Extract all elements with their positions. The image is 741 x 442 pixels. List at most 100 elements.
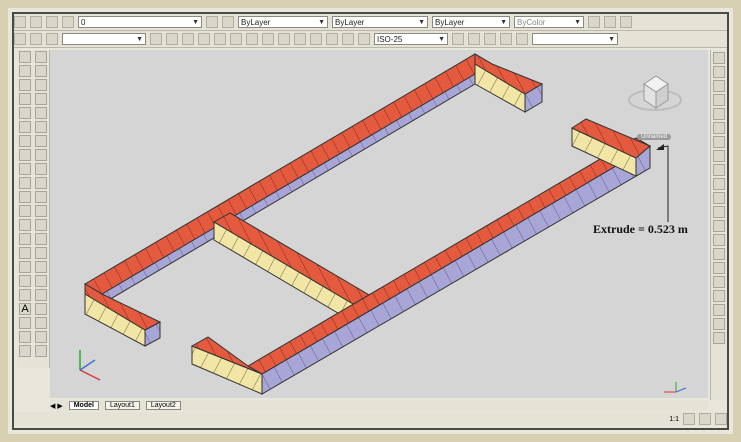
zoom-realtime-icon[interactable] xyxy=(484,33,496,45)
make-current-icon[interactable] xyxy=(206,16,218,28)
rectangle-icon[interactable] xyxy=(19,107,31,119)
baseline-icon[interactable] xyxy=(278,33,290,45)
annotation-scale[interactable]: 1:1 xyxy=(669,416,679,423)
layer-dropdown[interactable]: 0 ▼ xyxy=(78,16,202,28)
right-tool-icon-8[interactable] xyxy=(713,150,725,162)
explode-icon[interactable] xyxy=(35,261,47,273)
array-icon[interactable] xyxy=(35,107,47,119)
offset-icon[interactable] xyxy=(35,93,47,105)
diameter-icon[interactable] xyxy=(230,33,242,45)
jogged-icon[interactable] xyxy=(358,33,370,45)
add-selected-icon[interactable] xyxy=(19,317,31,329)
render-icon[interactable] xyxy=(35,331,47,343)
workspace-dropdown[interactable]: ▼ xyxy=(62,33,146,45)
right-tool-icon-4[interactable] xyxy=(713,94,725,106)
right-tool-icon-11[interactable] xyxy=(713,192,725,204)
lights-icon[interactable] xyxy=(35,345,47,357)
right-tool-icon-21[interactable] xyxy=(713,332,725,344)
lock-icon[interactable] xyxy=(715,413,727,425)
aligned-dimension-icon[interactable] xyxy=(166,33,178,45)
right-tool-icon-3[interactable] xyxy=(713,80,725,92)
inspect-icon[interactable] xyxy=(342,33,354,45)
center-mark-icon[interactable] xyxy=(326,33,338,45)
revision-cloud-icon[interactable] xyxy=(19,149,31,161)
table-icon[interactable] xyxy=(19,289,31,301)
linetype-dropdown[interactable]: ByLayer ▼ xyxy=(332,16,428,28)
workspace-icon[interactable] xyxy=(699,413,711,425)
dimstyle-dropdown[interactable]: ISO-25 ▼ xyxy=(374,33,448,45)
angular-icon[interactable] xyxy=(246,33,258,45)
linear-dimension-icon[interactable] xyxy=(150,33,162,45)
continue-icon[interactable] xyxy=(294,33,306,45)
mirror-icon[interactable] xyxy=(35,79,47,91)
viewcube[interactable] xyxy=(628,75,682,111)
copy-icon[interactable] xyxy=(35,65,47,77)
right-tool-icon-2[interactable] xyxy=(713,66,725,78)
right-tool-icon-13[interactable] xyxy=(713,220,725,232)
move-icon[interactable] xyxy=(35,121,47,133)
layer-properties-icon[interactable] xyxy=(14,16,26,28)
sweep-icon[interactable] xyxy=(35,303,47,315)
spline-icon[interactable] xyxy=(19,163,31,175)
right-tool-icon-12[interactable] xyxy=(713,206,725,218)
stretch-icon[interactable] xyxy=(35,163,47,175)
zoom-previous-icon[interactable] xyxy=(516,33,528,45)
visibility-icon[interactable] xyxy=(683,413,695,425)
revolve-icon[interactable] xyxy=(35,289,47,301)
plotstyle-dropdown[interactable]: ByColor ▼ xyxy=(514,16,584,28)
construction-line-icon[interactable] xyxy=(19,65,31,77)
join-icon[interactable] xyxy=(35,219,47,231)
right-tool-icon-16[interactable] xyxy=(713,262,725,274)
tab-nav-arrows-icon[interactable]: ◀ ▶ xyxy=(50,402,63,410)
layer-lock-icon[interactable] xyxy=(62,16,74,28)
right-tool-icon-10[interactable] xyxy=(713,178,725,190)
right-tool-icon-6[interactable] xyxy=(713,122,725,134)
make-block-icon[interactable] xyxy=(19,219,31,231)
block-icon[interactable] xyxy=(30,33,42,45)
extrude-icon[interactable] xyxy=(35,275,47,287)
lineweight-dropdown[interactable]: ByLayer ▼ xyxy=(432,16,510,28)
radius-icon[interactable] xyxy=(214,33,226,45)
tab-layout1[interactable]: Layout1 xyxy=(104,401,140,410)
right-tool-icon-17[interactable] xyxy=(713,276,725,288)
arc-icon[interactable] xyxy=(19,121,31,133)
scale-icon[interactable] xyxy=(35,149,47,161)
right-tool-icon-14[interactable] xyxy=(713,234,725,246)
gradient-icon[interactable] xyxy=(19,261,31,273)
right-tool-icon-7[interactable] xyxy=(713,136,725,148)
markup-icon[interactable] xyxy=(604,16,616,28)
dim-update-icon[interactable] xyxy=(452,33,464,45)
calculator-icon[interactable] xyxy=(620,16,632,28)
tool-palette-icon[interactable] xyxy=(588,16,600,28)
right-tool-icon-18[interactable] xyxy=(713,290,725,302)
arc-length-icon[interactable] xyxy=(182,33,194,45)
multiline-text-icon[interactable]: A xyxy=(19,303,31,315)
erase-icon[interactable] xyxy=(35,51,47,63)
view-dropdown[interactable]: ▼ xyxy=(532,33,618,45)
right-tool-icon-20[interactable] xyxy=(713,318,725,330)
unnamed-view-badge[interactable]: Unnamed xyxy=(637,134,672,140)
point-icon[interactable] xyxy=(19,233,31,245)
right-tool-icon-19[interactable] xyxy=(713,304,725,316)
sphere-icon[interactable] xyxy=(35,317,47,329)
region-icon[interactable] xyxy=(19,275,31,287)
tolerance-icon[interactable] xyxy=(310,33,322,45)
edit-icon[interactable] xyxy=(19,331,31,343)
right-tool-icon-9[interactable] xyxy=(713,164,725,176)
hatch-icon[interactable] xyxy=(19,247,31,259)
color-dropdown[interactable]: ByLayer ▼ xyxy=(238,16,328,28)
right-tool-icon-5[interactable] xyxy=(713,108,725,120)
break-icon[interactable] xyxy=(35,205,47,217)
layer-freeze-icon[interactable] xyxy=(46,16,58,28)
tab-model[interactable]: Model xyxy=(68,401,99,410)
right-tool-icon-1[interactable] xyxy=(713,52,725,64)
chamfer-icon[interactable] xyxy=(35,233,47,245)
materials-icon[interactable] xyxy=(19,345,31,357)
fillet-icon[interactable] xyxy=(35,247,47,259)
ordinate-icon[interactable] xyxy=(198,33,210,45)
circle-icon[interactable] xyxy=(19,135,31,147)
polyline-icon[interactable] xyxy=(19,79,31,91)
trim-icon[interactable] xyxy=(35,177,47,189)
right-tool-icon-15[interactable] xyxy=(713,248,725,260)
layer-on-icon[interactable] xyxy=(30,16,42,28)
